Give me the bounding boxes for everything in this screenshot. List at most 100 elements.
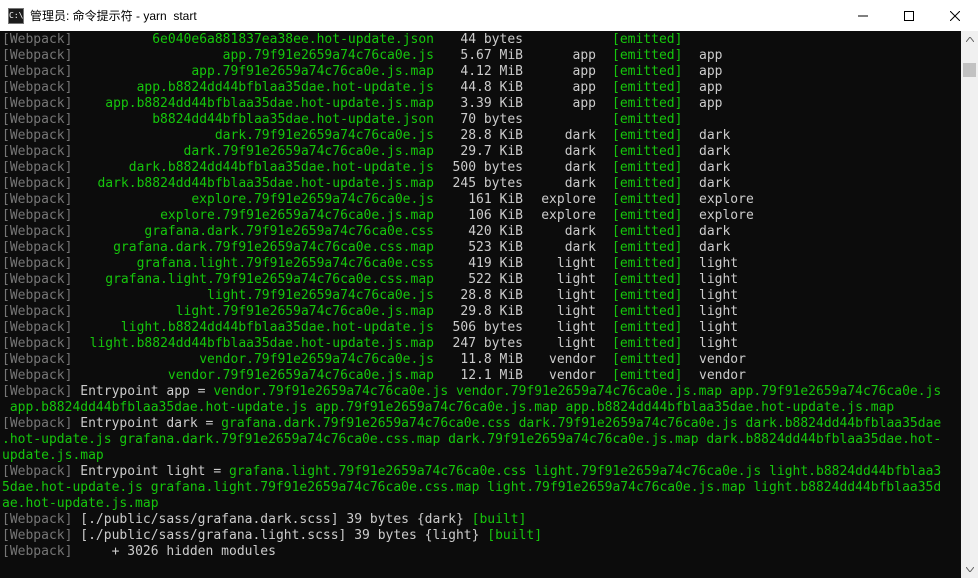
- asset-status: [emitted]: [612, 256, 683, 271]
- asset-size: 419 KiB: [468, 256, 523, 271]
- entrypoint-line: [Webpack] Entrypoint app = vendor.79f91e…: [2, 384, 960, 400]
- asset-row: [Webpack] light.b8824dd44bfblaa35dae.hot-…: [2, 320, 960, 336]
- asset-row: [Webpack] vendor.79f91e2659a74c76ca0e.js.…: [2, 368, 960, 384]
- asset-chunk: light: [556, 256, 596, 271]
- entrypoint-files: 5dae.hot-update.js grafana.light.79f91e2…: [2, 480, 942, 495]
- scroll-down-button[interactable]: [961, 561, 978, 578]
- close-button[interactable]: [932, 0, 978, 31]
- asset-file: light.79f91e2659a74c76ca0e.js.map: [175, 304, 434, 319]
- asset-status: [emitted]: [612, 352, 683, 367]
- webpack-tag: [Webpack]: [2, 192, 73, 207]
- asset-chunk: dark: [564, 240, 596, 255]
- asset-chunk: light: [556, 288, 596, 303]
- asset-size: 12.1 MiB: [460, 368, 523, 383]
- asset-file: light.b8824dd44bfblaa35dae.hot-update.js: [120, 320, 434, 335]
- asset-name: light: [699, 320, 739, 335]
- title-bar[interactable]: C:\ 管理员: 命令提示符 - yarn start: [0, 0, 978, 32]
- command-prompt-window: C:\ 管理员: 命令提示符 - yarn start [Webpack] 6e0…: [0, 0, 978, 578]
- webpack-tag: [Webpack]: [2, 304, 73, 319]
- asset-name: app: [699, 64, 723, 79]
- cmd-icon: C:\: [8, 7, 24, 24]
- asset-file: dark.79f91e2659a74c76ca0e.js: [214, 128, 434, 143]
- asset-status: [emitted]: [612, 160, 683, 175]
- asset-name: dark: [699, 128, 731, 143]
- hidden-modules-line: [Webpack] + 3026 hidden modules: [2, 544, 960, 560]
- asset-name: light: [699, 272, 739, 287]
- entrypoint-files: .hot-update.js grafana.dark.79f91e2659a7…: [2, 432, 942, 447]
- entrypoint-line: ae.hot-update.js.map: [2, 496, 960, 512]
- asset-size: 5.67 MiB: [460, 48, 523, 63]
- webpack-tag: [Webpack]: [2, 240, 73, 255]
- asset-file: 6e040e6a881837ea38ee.hot-update.json: [152, 32, 434, 47]
- asset-name: light: [699, 336, 739, 351]
- asset-status: [emitted]: [612, 320, 683, 335]
- hidden-modules: + 3026 hidden modules: [72, 544, 276, 559]
- asset-status: [emitted]: [612, 176, 683, 191]
- webpack-tag: [Webpack]: [2, 512, 73, 527]
- entrypoint-label: Entrypoint dark =: [72, 416, 222, 431]
- asset-file: vendor.79f91e2659a74c76ca0e.js.map: [167, 368, 434, 383]
- asset-chunk: app: [572, 48, 596, 63]
- asset-row: [Webpack] light.b8824dd44bfblaa35dae.hot-…: [2, 336, 960, 352]
- maximize-button[interactable]: [886, 0, 932, 31]
- webpack-tag: [Webpack]: [2, 288, 73, 303]
- asset-size: 500 bytes: [452, 160, 523, 175]
- entrypoint-line: .hot-update.js grafana.dark.79f91e2659a7…: [2, 432, 960, 448]
- asset-status: [emitted]: [612, 192, 683, 207]
- asset-size: 523 KiB: [468, 240, 523, 255]
- asset-size: 522 KiB: [468, 272, 523, 287]
- entrypoint-line: [Webpack] Entrypoint light = grafana.lig…: [2, 464, 960, 480]
- asset-size: 245 bytes: [452, 176, 523, 191]
- webpack-tag: [Webpack]: [2, 160, 73, 175]
- console-output[interactable]: [Webpack] 6e040e6a881837ea38ee.hot-update…: [0, 31, 961, 578]
- asset-row: [Webpack] dark.79f91e2659a74c76ca0e.js.ma…: [2, 144, 960, 160]
- entrypoint-line: 5dae.hot-update.js grafana.light.79f91e2…: [2, 480, 960, 496]
- webpack-tag: [Webpack]: [2, 128, 73, 143]
- entrypoint-files: ae.hot-update.js.map: [2, 496, 159, 511]
- asset-row: [Webpack] light.79f91e2659a74c76ca0e.js 28…: [2, 288, 960, 304]
- asset-chunk: vendor: [549, 368, 596, 383]
- asset-file: dark.b8824dd44bfblaa35dae.hot-update.js.…: [97, 176, 434, 191]
- entrypoint-files: update.js.map: [2, 448, 104, 463]
- asset-row: [Webpack] explore.79f91e2659a74c76ca0e.js…: [2, 208, 960, 224]
- asset-chunk: dark: [564, 160, 596, 175]
- asset-row: [Webpack] vendor.79f91e2659a74c76ca0e.js 1…: [2, 352, 960, 368]
- asset-file: grafana.light.79f91e2659a74c76ca0e.css: [136, 256, 434, 271]
- asset-chunk: dark: [564, 176, 596, 191]
- webpack-tag: [Webpack]: [2, 144, 73, 159]
- built-line: [Webpack] [./public/sass/grafana.dark.sc…: [2, 512, 960, 528]
- asset-name: explore: [699, 192, 754, 207]
- webpack-tag: [Webpack]: [2, 32, 73, 47]
- built-status: [built]: [479, 528, 543, 543]
- asset-size: 11.8 MiB: [460, 352, 523, 367]
- entrypoint-label: Entrypoint app =: [72, 384, 214, 399]
- minimize-icon: [858, 15, 868, 16]
- asset-file: vendor.79f91e2659a74c76ca0e.js: [199, 352, 434, 367]
- scrollbar-thumb[interactable]: [963, 63, 976, 77]
- asset-status: [emitted]: [612, 96, 683, 111]
- asset-row: [Webpack] b8824dd44bfblaa35dae.hot-update…: [2, 112, 960, 128]
- asset-name: app: [699, 48, 723, 63]
- maximize-icon: [904, 10, 914, 21]
- entrypoint-line: update.js.map: [2, 448, 960, 464]
- minimize-button[interactable]: [840, 0, 886, 31]
- arrow-down-icon: [965, 567, 974, 572]
- asset-file: app.b8824dd44bfblaa35dae.hot-update.js: [136, 80, 434, 95]
- vertical-scrollbar[interactable]: [961, 31, 978, 578]
- built-path: [./public/sass/grafana.light.scss] 39 by…: [72, 528, 425, 543]
- asset-status: [emitted]: [612, 112, 683, 127]
- webpack-tag: [Webpack]: [2, 416, 73, 431]
- webpack-tag: [Webpack]: [2, 464, 73, 479]
- webpack-tag: [Webpack]: [2, 528, 73, 543]
- asset-row: [Webpack] explore.79f91e2659a74c76ca0e.js…: [2, 192, 960, 208]
- webpack-tag: [Webpack]: [2, 320, 73, 335]
- scroll-up-button[interactable]: [961, 31, 978, 48]
- entrypoint-line: [Webpack] Entrypoint dark = grafana.dark…: [2, 416, 960, 432]
- asset-row: [Webpack] app.b8824dd44bfblaa35dae.hot-up…: [2, 96, 960, 112]
- window-controls: [840, 0, 978, 31]
- close-icon: [950, 10, 960, 21]
- built-chunk: {light}: [424, 528, 480, 543]
- asset-file: grafana.dark.79f91e2659a74c76ca0e.css.ma…: [113, 240, 434, 255]
- webpack-tag: [Webpack]: [2, 544, 73, 559]
- asset-name: dark: [699, 240, 731, 255]
